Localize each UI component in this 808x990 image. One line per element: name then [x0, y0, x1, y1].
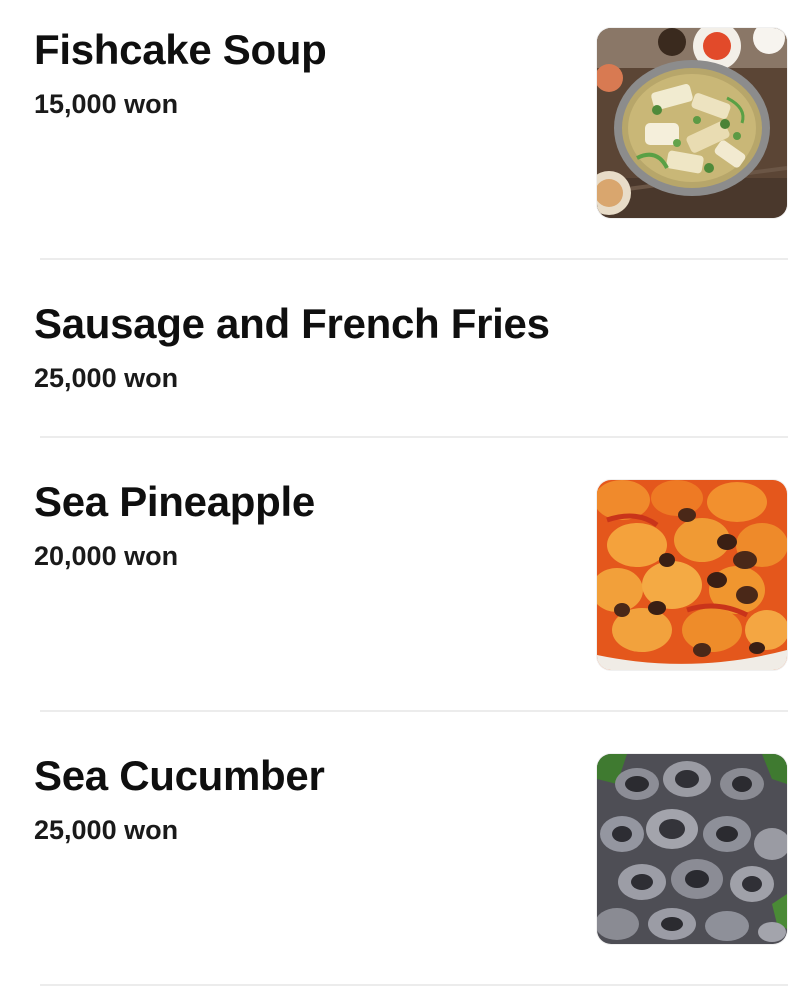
menu-item-fishcake-soup[interactable]: Fishcake Soup 15,000 won	[0, 26, 808, 226]
divider	[40, 710, 788, 712]
sea-pineapple-image	[597, 480, 787, 670]
item-price: 25,000 won	[34, 363, 179, 393]
sea-cucumber-image	[597, 754, 787, 944]
divider	[40, 436, 788, 438]
item-price: 25,000 won	[34, 815, 179, 845]
fishcake-soup-photo[interactable]	[597, 28, 787, 218]
menu-item-sea-pineapple[interactable]: Sea Pineapple 20,000 won	[0, 478, 808, 678]
item-name: Fishcake Soup	[34, 26, 327, 73]
menu-list: Fishcake Soup 15,000 won Sausage and Fre…	[0, 0, 808, 990]
item-name: Sea Pineapple	[34, 478, 315, 525]
divider	[40, 984, 788, 986]
item-name: Sea Cucumber	[34, 752, 325, 799]
item-name: Sausage and French Fries	[34, 300, 550, 347]
menu-item-sausage-and-french-fries[interactable]: Sausage and French Fries 25,000 won	[0, 300, 808, 410]
menu-item-sea-cucumber[interactable]: Sea Cucumber 25,000 won	[0, 752, 808, 952]
sea-cucumber-photo[interactable]	[597, 754, 787, 944]
item-price: 20,000 won	[34, 541, 179, 571]
item-price: 15,000 won	[34, 89, 179, 119]
sea-pineapple-photo[interactable]	[597, 480, 787, 670]
fishcake-soup-image	[597, 28, 787, 218]
divider	[40, 258, 788, 260]
